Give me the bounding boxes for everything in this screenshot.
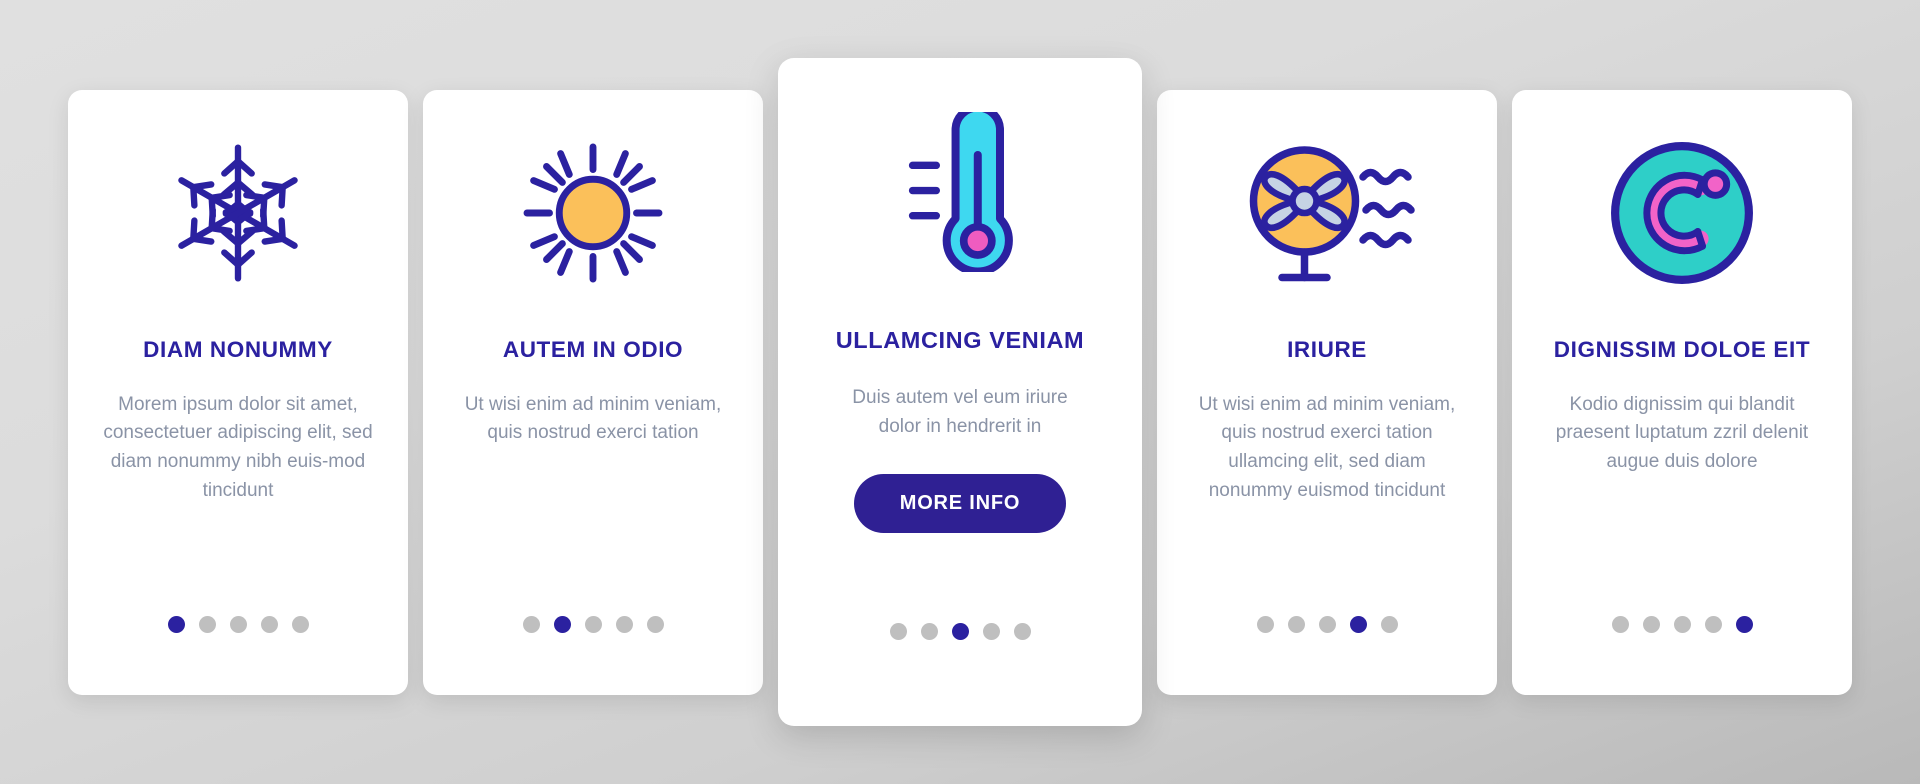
thermometer-icon <box>804 58 1116 326</box>
pagination-dots <box>778 623 1142 640</box>
onboarding-card-2: AUTEM IN ODIO Ut wisi enim ad minim veni… <box>423 89 763 695</box>
pagination-dots <box>68 615 408 633</box>
pagination-dot[interactable] <box>1349 615 1367 633</box>
card-title: AUTEM IN ODIO <box>502 336 684 362</box>
card-description: Ut wisi enim ad minim veniam, quis nostr… <box>464 393 722 444</box>
pagination-dot[interactable] <box>615 615 633 633</box>
onboarding-screens-container: DIAM NONUMMY Morem ipsum dolor sit amet,… <box>0 0 1920 784</box>
snowflake-icon <box>90 90 386 336</box>
pagination-dot[interactable] <box>553 615 571 633</box>
card-title: DIAM NONUMMY <box>143 336 333 362</box>
more-info-button[interactable]: MORE INFO <box>853 473 1067 533</box>
card-title: ULLAMCING VENIAM <box>835 327 1085 353</box>
card-description: Duis autem vel eum iriure dolor in hendr… <box>852 387 1068 438</box>
pagination-dot[interactable] <box>1256 615 1274 633</box>
pagination-dot[interactable] <box>584 615 602 633</box>
pagination-dot[interactable] <box>1673 615 1691 633</box>
pagination-dot[interactable] <box>291 615 309 633</box>
pagination-dot[interactable] <box>1380 615 1398 633</box>
card-description: Morem ipsum dolor sit amet, consectetuer… <box>103 393 373 502</box>
pagination-dot[interactable] <box>1013 623 1031 640</box>
onboarding-card-5: DIGNISSIM DOLOE EIT Kodio dignissim qui … <box>1512 89 1852 695</box>
pagination-dot[interactable] <box>920 623 938 640</box>
pagination-dot[interactable] <box>260 615 278 633</box>
pagination-dots <box>1157 615 1497 633</box>
pagination-dot[interactable] <box>1318 615 1336 633</box>
pagination-dots <box>1512 615 1852 633</box>
card-description: Ut wisi enim ad minim veniam, quis nostr… <box>1198 393 1456 502</box>
fan-icon <box>1179 90 1475 336</box>
pagination-dot[interactable] <box>1735 615 1753 633</box>
pagination-dots <box>423 615 763 633</box>
pagination-dot[interactable] <box>646 615 664 633</box>
pagination-dot[interactable] <box>889 623 907 640</box>
pagination-dot[interactable] <box>1642 615 1660 633</box>
onboarding-card-3-featured: ULLAMCING VENIAM Duis autem vel eum iriu… <box>778 58 1142 726</box>
pagination-dot[interactable] <box>229 615 247 633</box>
pagination-dot[interactable] <box>167 615 185 633</box>
card-description: Kodio dignissim qui blandit praesent lup… <box>1555 393 1809 473</box>
pagination-dot[interactable] <box>522 615 540 633</box>
card-title: IRIURE <box>1287 336 1367 362</box>
onboarding-card-4: IRIURE Ut wisi enim ad minim veniam, qui… <box>1157 89 1497 695</box>
pagination-dot[interactable] <box>1704 615 1722 633</box>
pagination-dot[interactable] <box>1287 615 1305 633</box>
pagination-dot[interactable] <box>198 615 216 633</box>
celsius-degree-icon <box>1534 90 1830 336</box>
sun-icon <box>445 90 741 336</box>
onboarding-card-1: DIAM NONUMMY Morem ipsum dolor sit amet,… <box>68 89 408 695</box>
card-title: DIGNISSIM DOLOE EIT <box>1553 336 1811 362</box>
pagination-dot[interactable] <box>982 623 1000 640</box>
pagination-dot[interactable] <box>1611 615 1629 633</box>
pagination-dot[interactable] <box>951 623 969 640</box>
